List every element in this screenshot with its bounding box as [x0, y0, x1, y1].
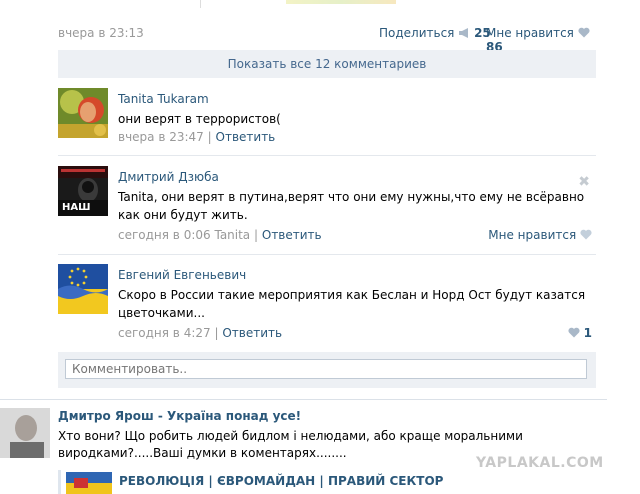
- avatar-image: [58, 88, 108, 138]
- comment-divider: [58, 254, 596, 255]
- comment-author[interactable]: Евгений Евгеньевич: [118, 268, 592, 282]
- comment-like-count: 1: [583, 326, 592, 340]
- repost-thumbnail[interactable]: [66, 472, 112, 494]
- comment-item: НАШ ✖ Дмитрий Дзюба Tanita, они верят в …: [58, 166, 596, 250]
- comment-item: Tanita Tukaram они верят в террористов( …: [58, 88, 596, 150]
- comment-like-label: Мне нравится: [488, 228, 577, 242]
- heart-icon: [580, 229, 592, 240]
- repost-bar: [58, 470, 61, 494]
- previous-post-fragment: [58, 0, 598, 8]
- comment-text: они верят в террористов(: [118, 112, 281, 126]
- avatar-caption: НАШ: [62, 202, 91, 213]
- comment-time[interactable]: сегодня в 0:06: [118, 228, 211, 242]
- post-meta-row: вчера в 23:13 Поделиться 25 Мне нравится…: [58, 24, 596, 54]
- share-label: Поделиться: [379, 26, 455, 40]
- like-label: Мне нравится: [486, 26, 574, 40]
- avatar[interactable]: [58, 88, 108, 138]
- reply-to-name[interactable]: Tanita: [214, 228, 250, 242]
- avatar-image: [58, 264, 108, 314]
- post-author[interactable]: Дмитро Ярош - Україна понад усе!: [58, 409, 301, 423]
- comment-footer: сегодня в 0:06 Tanita | Ответить Мне нра…: [118, 228, 592, 242]
- share-button[interactable]: Поделиться 25: [379, 26, 491, 40]
- avatar[interactable]: [0, 408, 50, 458]
- comment-footer: сегодня в 4:27 | Ответить 1: [118, 326, 592, 340]
- comment-input-panel: [58, 352, 596, 388]
- post-time[interactable]: вчера в 23:13: [58, 26, 144, 40]
- comment-author[interactable]: Tanita Tukaram: [118, 92, 592, 106]
- reply-link[interactable]: Ответить: [216, 130, 276, 144]
- comment-text: Tanita, они верят в путина,верят что они…: [118, 190, 585, 222]
- comment-text: Скоро в России такие мероприятия как Бес…: [118, 288, 586, 320]
- megaphone-icon: [459, 28, 469, 38]
- post-separator: [0, 399, 607, 400]
- repost-title[interactable]: РЕВОЛЮЦІЯ | ЄВРОМАЙДАН | ПРАВИЙ СЕКТОР: [119, 474, 443, 488]
- comment-input[interactable]: [65, 359, 587, 379]
- watermark: YAPLAKAL.COM: [476, 455, 604, 471]
- comment-author[interactable]: Дмитрий Дзюба: [118, 170, 592, 184]
- comment-item: Евгений Евгеньевич Скоро в России такие …: [58, 264, 596, 344]
- comment-like-button[interactable]: 1: [568, 326, 592, 340]
- comment-like-button[interactable]: Мне нравится: [488, 228, 592, 242]
- heart-icon: [578, 27, 590, 38]
- reply-link[interactable]: Ответить: [222, 326, 282, 340]
- avatar[interactable]: [58, 264, 108, 314]
- reply-link[interactable]: Ответить: [262, 228, 322, 242]
- comment-time[interactable]: сегодня в 4:27: [118, 326, 211, 340]
- comment-time[interactable]: вчера в 23:47: [118, 130, 204, 144]
- comment-divider: [58, 155, 596, 156]
- comment-footer: вчера в 23:47 | Ответить: [118, 130, 276, 144]
- avatar[interactable]: НАШ: [58, 166, 108, 216]
- heart-icon: [568, 327, 580, 338]
- show-all-comments-button[interactable]: Показать все 12 комментариев: [58, 50, 596, 78]
- avatar-image: [0, 408, 50, 458]
